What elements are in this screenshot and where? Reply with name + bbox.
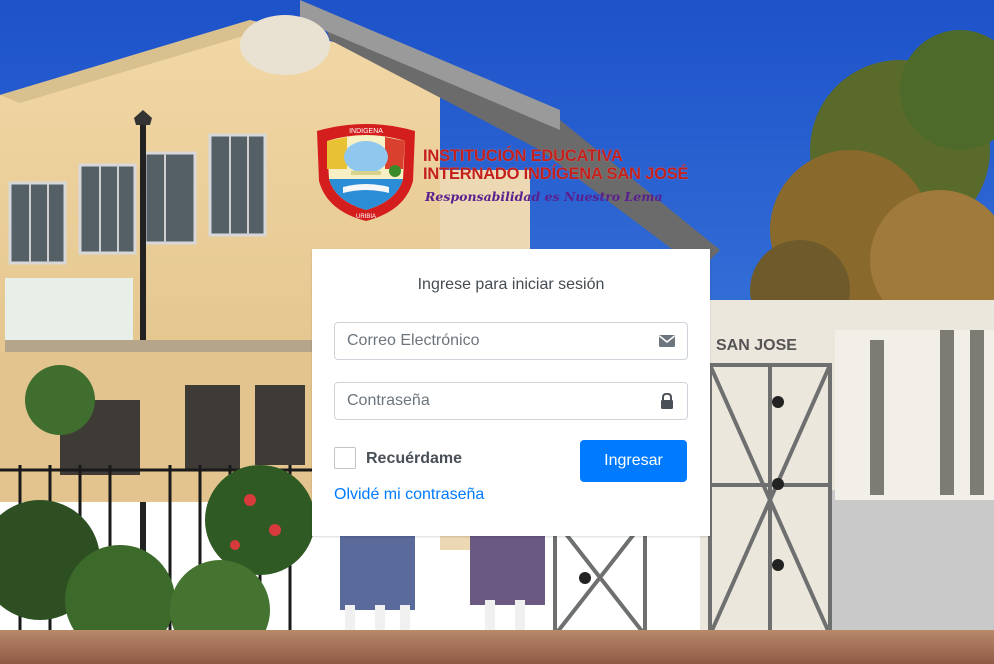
remember-label[interactable]: Recuérdame — [366, 450, 462, 468]
badge-top-text: INDIGENA — [349, 128, 383, 135]
lock-icon — [661, 393, 673, 409]
sign-board — [5, 278, 133, 348]
logo-title-line2: INTERNADO INDÍGENA SAN JOSÉ — [423, 165, 689, 183]
logo-slogan: Responsabilidad es Nuestro Lema — [425, 189, 663, 204]
logo-title-line1: INSTITUCIÓN EDUCATIVA — [423, 147, 623, 165]
email-field[interactable] — [334, 322, 688, 360]
ground — [0, 630, 994, 664]
svg-text:URIBIA: URIBIA — [356, 214, 376, 220]
email-input[interactable] — [335, 323, 635, 359]
login-button[interactable]: Ingresar — [580, 440, 687, 482]
password-input[interactable] — [335, 383, 635, 419]
login-title: Ingrese para iniciar sesión — [417, 276, 605, 293]
login-card: Ingrese para iniciar sesión Recuérdame I… — [312, 249, 710, 536]
satellite-dish — [240, 15, 330, 75]
school-crest-icon: INDIGENA URIBIA — [317, 124, 415, 221]
school-logo: INDIGENA URIBIA INSTITUCIÓN EDUCATIVA IN… — [313, 123, 723, 223]
forgot-password-link[interactable]: Olvidé mi contraseña — [334, 486, 484, 504]
gate-sign: SAN JOSE — [716, 337, 797, 354]
remember-checkbox[interactable] — [334, 447, 356, 469]
password-field[interactable] — [334, 382, 688, 420]
envelope-icon — [659, 335, 675, 347]
